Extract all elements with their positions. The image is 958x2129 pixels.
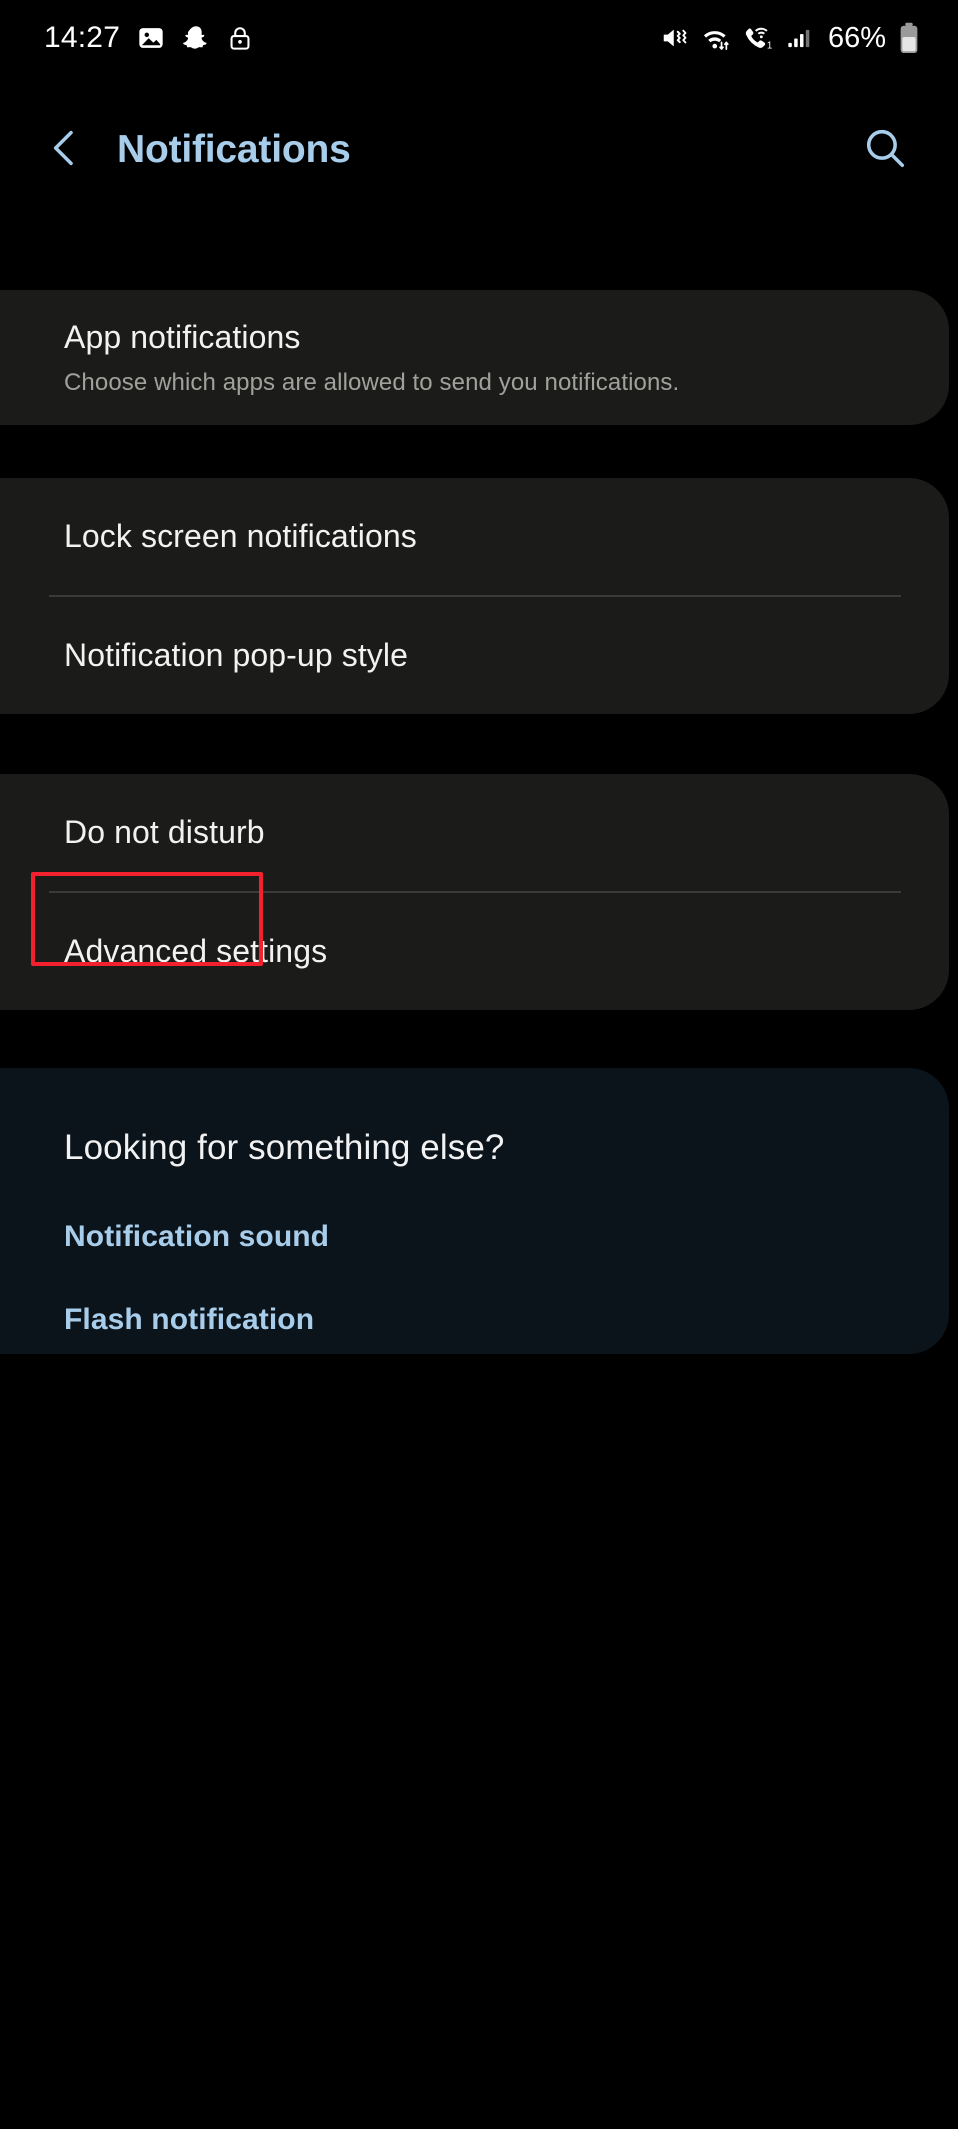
snapchat-icon bbox=[182, 24, 210, 52]
row-do-not-disturb[interactable]: Do not disturb bbox=[0, 774, 949, 891]
row-app-notifications[interactable]: App notifications Choose which apps are … bbox=[0, 290, 949, 425]
card-looking-for-something-else: Looking for something else? Notification… bbox=[0, 1068, 949, 1354]
row-title: Lock screen notifications bbox=[64, 518, 417, 554]
chevron-left-icon bbox=[43, 126, 87, 175]
wifi-calling-icon: 1 bbox=[742, 23, 776, 53]
app-header: Notifications bbox=[0, 104, 958, 196]
row-advanced-settings[interactable]: Advanced settings bbox=[0, 893, 949, 1010]
status-bar-left: 14:27 bbox=[44, 23, 253, 53]
gallery-icon bbox=[137, 24, 165, 52]
phone-screen: 14:27 1 66% Notifications App notificati… bbox=[0, 0, 958, 2129]
row-title: Advanced settings bbox=[64, 933, 328, 969]
page-title: Notifications bbox=[117, 128, 351, 171]
row-lock-screen-notifications[interactable]: Lock screen notifications bbox=[0, 478, 949, 595]
row-title: Notification pop-up style bbox=[64, 637, 409, 673]
status-bar-clock: 14:27 bbox=[44, 21, 121, 54]
link-notification-sound[interactable]: Notification sound bbox=[64, 1220, 329, 1254]
status-bar-right: 1 66% bbox=[660, 22, 920, 55]
lock-icon bbox=[227, 25, 253, 51]
card-lockscreen-popup: Lock screen notifications Notification p… bbox=[0, 478, 949, 714]
wifi-data-icon bbox=[700, 23, 732, 53]
search-button[interactable] bbox=[848, 113, 922, 187]
svg-text:1: 1 bbox=[767, 40, 772, 51]
search-icon bbox=[862, 125, 908, 176]
row-notification-popup-style[interactable]: Notification pop-up style bbox=[0, 597, 949, 714]
status-bar: 14:27 1 66% bbox=[0, 0, 958, 76]
looking-for-title: Looking for something else? bbox=[64, 1128, 505, 1167]
card-app-notifications: App notifications Choose which apps are … bbox=[0, 290, 949, 425]
row-title: App notifications bbox=[64, 318, 301, 355]
mute-vibrate-icon bbox=[660, 23, 690, 53]
back-button[interactable] bbox=[22, 107, 108, 193]
row-title: Do not disturb bbox=[64, 814, 265, 850]
battery-percent-label: 66% bbox=[827, 21, 886, 54]
row-subtitle: Choose which apps are allowed to send yo… bbox=[64, 368, 680, 396]
signal-bars-icon bbox=[786, 24, 814, 52]
card-dnd-advanced: Do not disturb Advanced settings bbox=[0, 774, 949, 1010]
battery-icon bbox=[898, 22, 920, 54]
link-flash-notification[interactable]: Flash notification bbox=[64, 1303, 314, 1337]
